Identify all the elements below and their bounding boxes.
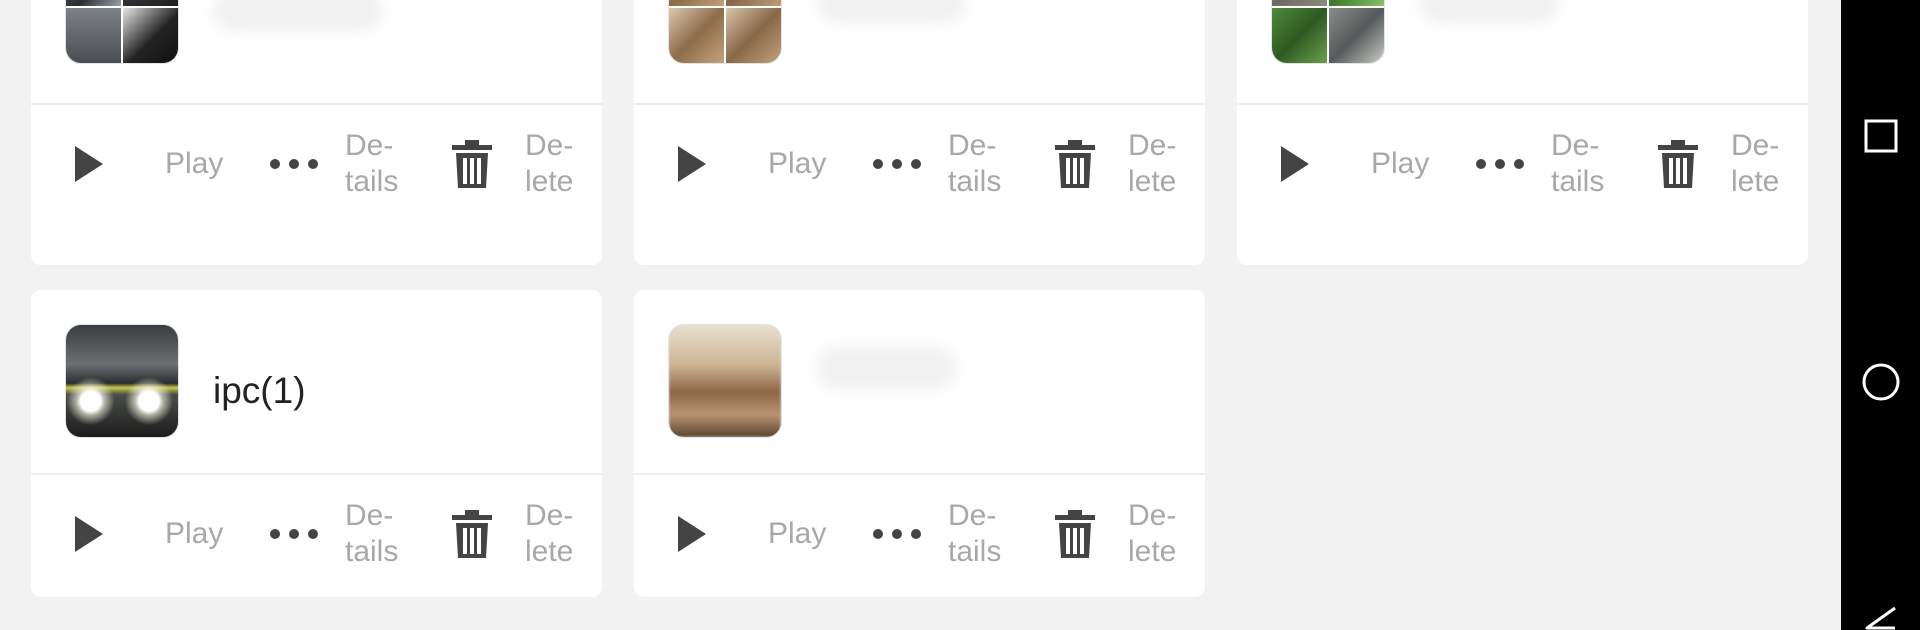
home-circle-icon — [1861, 362, 1901, 407]
delete-button[interactable]: De- lete — [445, 105, 595, 223]
more-dots-icon — [1473, 137, 1527, 191]
details-button[interactable]: De- tails — [267, 105, 415, 223]
play-icon — [664, 137, 718, 191]
camera-thumbnail[interactable] — [668, 324, 782, 438]
camera-card: Play De- tails De- lete — [1237, 0, 1808, 265]
card-actions: Play De- tails De- lete — [634, 475, 1205, 593]
delete-button[interactable]: De- lete — [1651, 105, 1801, 223]
details-button[interactable]: De- tails — [870, 105, 1018, 223]
trash-icon — [445, 137, 499, 191]
trash-icon — [1048, 507, 1102, 561]
details-button[interactable]: De- tails — [870, 475, 1018, 593]
delete-label: De- lete — [1128, 499, 1177, 568]
delete-label: De- lete — [525, 129, 574, 198]
trash-icon — [1651, 137, 1705, 191]
details-button[interactable]: De- tails — [267, 475, 415, 593]
play-button[interactable]: Play — [1267, 105, 1429, 223]
more-dots-icon — [870, 507, 924, 561]
system-nav-bar — [1841, 0, 1920, 630]
play-icon — [61, 507, 115, 561]
camera-card: Play De- tails De- lete — [634, 0, 1205, 265]
play-label: Play — [768, 147, 827, 180]
card-actions: Play De- tails De- lete — [634, 105, 1205, 223]
camera-thumbnail[interactable] — [65, 324, 179, 438]
details-label: De- tails — [345, 129, 399, 198]
card-actions: Play De- tails De- lete — [1237, 105, 1808, 223]
details-label: De- tails — [948, 129, 1002, 198]
recents-square-icon — [1863, 118, 1899, 159]
recents-button[interactable] — [1841, 118, 1920, 159]
trash-icon — [445, 507, 499, 561]
play-button[interactable]: Play — [61, 105, 223, 223]
play-label: Play — [165, 517, 224, 550]
play-button[interactable]: Play — [664, 105, 826, 223]
back-button[interactable] — [1841, 606, 1920, 630]
card-actions: Play De- tails De- lete — [31, 475, 602, 593]
play-label: Play — [768, 517, 827, 550]
more-dots-icon — [870, 137, 924, 191]
delete-button[interactable]: De- lete — [1048, 475, 1198, 593]
home-button[interactable] — [1841, 362, 1920, 407]
details-button[interactable]: De- tails — [1473, 105, 1621, 223]
camera-name-redacted — [816, 0, 966, 24]
play-label: Play — [1371, 147, 1430, 180]
details-label: De- tails — [1551, 129, 1605, 198]
camera-list: Play De- tails De- lete Play De- tails D… — [0, 0, 1841, 630]
delete-label: De- lete — [525, 499, 574, 568]
trash-icon — [1048, 137, 1102, 191]
camera-name-redacted — [213, 0, 383, 32]
delete-label: De- lete — [1128, 129, 1177, 198]
details-label: De- tails — [948, 499, 1002, 568]
play-button[interactable]: Play — [664, 475, 826, 593]
camera-card: ipc(1) Play De- tails De- lete — [31, 290, 602, 597]
camera-thumbnail[interactable] — [65, 0, 179, 64]
camera-card: Play De- tails De- lete — [31, 0, 602, 265]
camera-name-redacted — [816, 346, 956, 390]
camera-card-header[interactable]: ipc(1) — [31, 290, 602, 456]
play-button[interactable]: Play — [61, 475, 223, 593]
camera-name: ipc(1) — [213, 370, 306, 411]
more-dots-icon — [267, 507, 321, 561]
details-label: De- tails — [345, 499, 399, 568]
card-actions: Play De- tails De- lete — [31, 105, 602, 223]
delete-label: De- lete — [1731, 129, 1780, 198]
play-icon — [1267, 137, 1321, 191]
camera-thumbnail[interactable] — [1271, 0, 1385, 64]
more-dots-icon — [267, 137, 321, 191]
camera-card: Play De- tails De- lete — [634, 290, 1205, 597]
play-label: Play — [165, 147, 224, 180]
camera-card-header[interactable] — [634, 290, 1205, 456]
play-icon — [61, 137, 115, 191]
delete-button[interactable]: De- lete — [1048, 105, 1198, 223]
camera-thumbnail[interactable] — [668, 0, 782, 64]
delete-button[interactable]: De- lete — [445, 475, 595, 593]
back-triangle-icon — [1861, 606, 1901, 630]
play-icon — [664, 507, 718, 561]
camera-name-redacted — [1419, 0, 1559, 24]
